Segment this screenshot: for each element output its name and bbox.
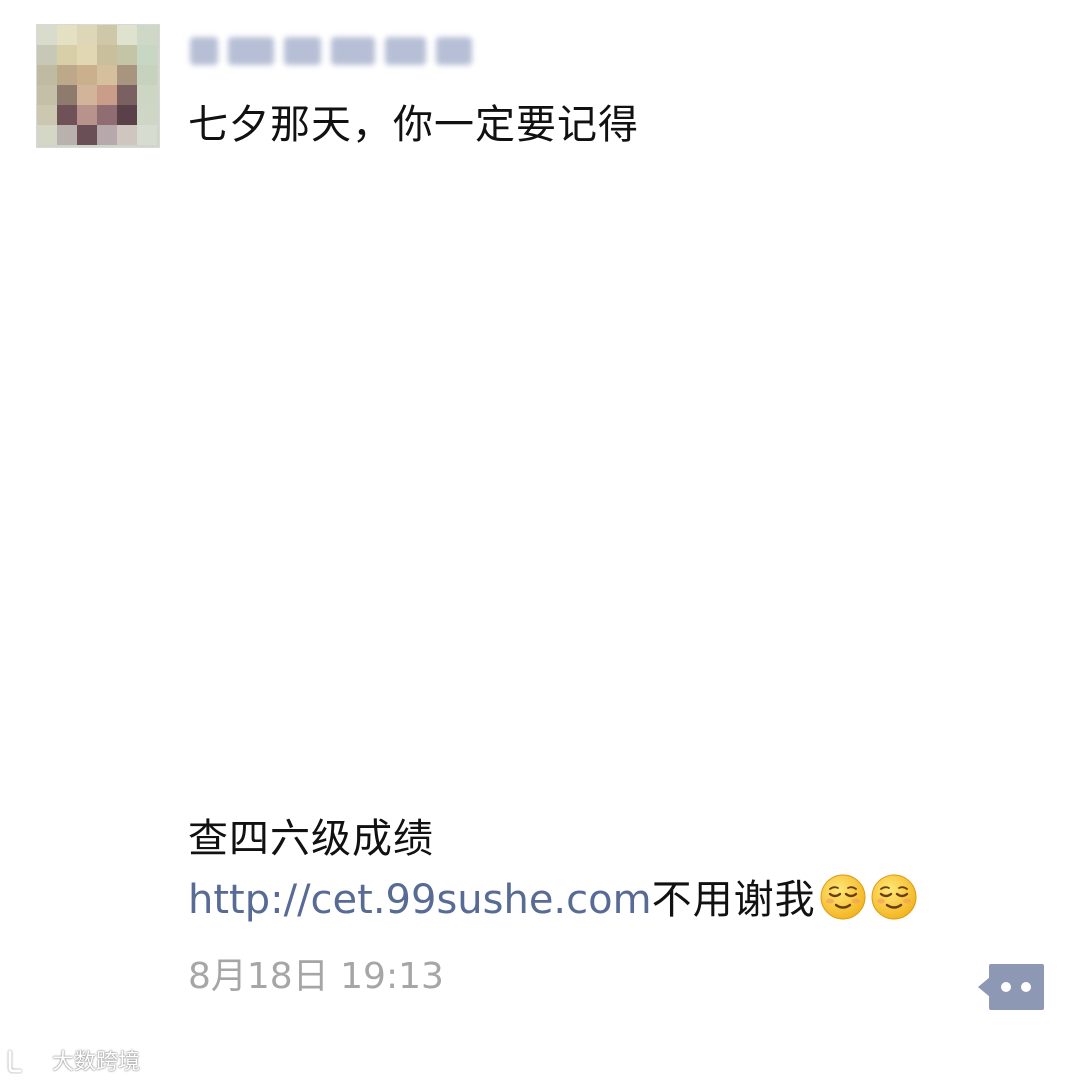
post-text: 七夕那天，你一定要记得	[188, 102, 639, 148]
user-nickname[interactable]	[190, 30, 472, 72]
relieved-face-icon	[871, 874, 917, 920]
share-link[interactable]: http://cet.99sushe.com	[188, 877, 652, 923]
watermark: 大数跨境	[6, 1044, 140, 1076]
watermark-text: 大数跨境	[52, 1050, 141, 1075]
avatar[interactable]	[36, 24, 160, 148]
user-nickname-text	[190, 30, 472, 72]
watermark-logo-icon	[8, 1047, 43, 1073]
post-timestamp: 8月18日 19:13	[188, 956, 444, 997]
share-suffix: 不用谢我	[651, 877, 816, 923]
share-line: http://cet.99sushe.com不用谢我	[188, 872, 918, 928]
relieved-face-icon	[820, 874, 866, 920]
comment-more-icon[interactable]	[978, 964, 1044, 1010]
share-title: 查四六级成绩	[188, 816, 434, 862]
